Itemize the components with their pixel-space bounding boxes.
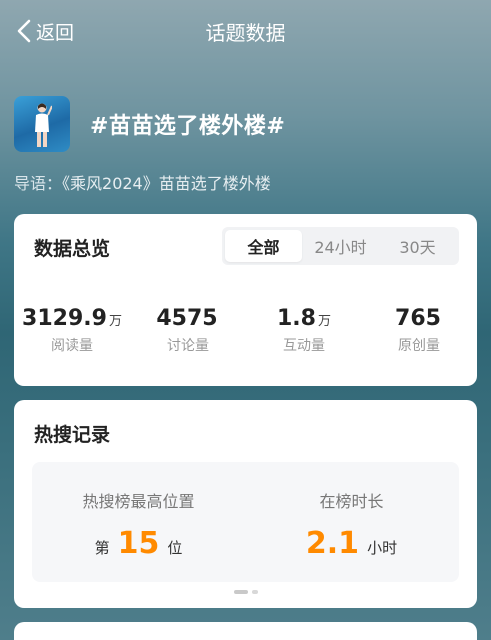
- hot-search-panel[interactable]: 热搜榜最高位置 第 15 位 在榜时长 2.1 小时: [32, 462, 459, 582]
- topic-intro: 导语：《乘风2024》苗苗选了楼外楼: [14, 170, 271, 194]
- stat-originals: 765 原创量: [361, 306, 477, 355]
- highest-rank-label: 热搜榜最高位置: [82, 492, 195, 511]
- tab-30d[interactable]: 30天: [379, 230, 456, 262]
- duration-value: 2.1: [305, 526, 360, 561]
- highest-rank: 热搜榜最高位置 第 15 位: [32, 488, 245, 561]
- topic-title: #苗苗选了楼外楼#: [90, 114, 286, 139]
- rank-prefix: 第: [94, 539, 110, 557]
- next-card: [14, 622, 477, 640]
- hot-search-card: 热搜记录 热搜榜最高位置 第 15 位 在榜时长 2.1 小时: [14, 400, 477, 608]
- overview-title: 数据总览: [34, 238, 111, 260]
- stat-value: 3129.9: [22, 306, 107, 331]
- stat-reads: 3129.9 万 阅读量: [14, 306, 130, 355]
- duration-unit: 小时: [367, 539, 398, 557]
- stat-value: 4575: [156, 306, 218, 331]
- stat-discussions: 4575 讨论量: [130, 306, 246, 355]
- stat-interactions: 1.8 万 互动量: [246, 306, 362, 355]
- stat-label: 讨论量: [167, 338, 209, 354]
- page-title: 话题数据: [205, 21, 286, 45]
- intro-label: 导语：: [14, 174, 63, 193]
- rank-suffix: 位: [167, 539, 183, 557]
- stat-value: 1.8: [277, 306, 316, 331]
- stat-label: 阅读量: [51, 338, 93, 354]
- intro-text: 《乘风2024》苗苗选了楼外楼: [62, 174, 271, 193]
- stat-unit: 万: [317, 314, 331, 329]
- nav-bar: 返回 话题数据: [0, 0, 491, 62]
- stat-value: 765: [395, 306, 441, 331]
- overview-card: 数据总览 全部 24小时 30天 3129.9 万 阅读量 4575 讨论量 1.…: [14, 214, 477, 386]
- stat-unit: 万: [108, 314, 122, 329]
- topic-thumbnail: [14, 96, 70, 152]
- on-list-duration: 在榜时长 2.1 小时: [245, 488, 458, 561]
- stat-label: 原创量: [398, 338, 440, 354]
- pager-dots: [14, 590, 477, 594]
- time-range-tabs: 全部 24小时 30天: [222, 227, 459, 265]
- pager-dot[interactable]: [251, 590, 258, 594]
- person-figure-icon: [35, 103, 52, 147]
- pager-dot-active[interactable]: [233, 590, 248, 594]
- hot-search-title: 热搜记录: [34, 424, 111, 446]
- tab-all[interactable]: 全部: [225, 230, 302, 262]
- duration-label: 在榜时长: [319, 492, 384, 511]
- topic-header: #苗苗选了楼外楼#: [14, 96, 285, 152]
- rank-value: 15: [117, 526, 160, 561]
- tab-24h[interactable]: 24小时: [302, 230, 379, 262]
- stats-row: 3129.9 万 阅读量 4575 讨论量 1.8 万 互动量 765 原创量: [14, 306, 477, 366]
- stat-label: 互动量: [283, 338, 325, 354]
